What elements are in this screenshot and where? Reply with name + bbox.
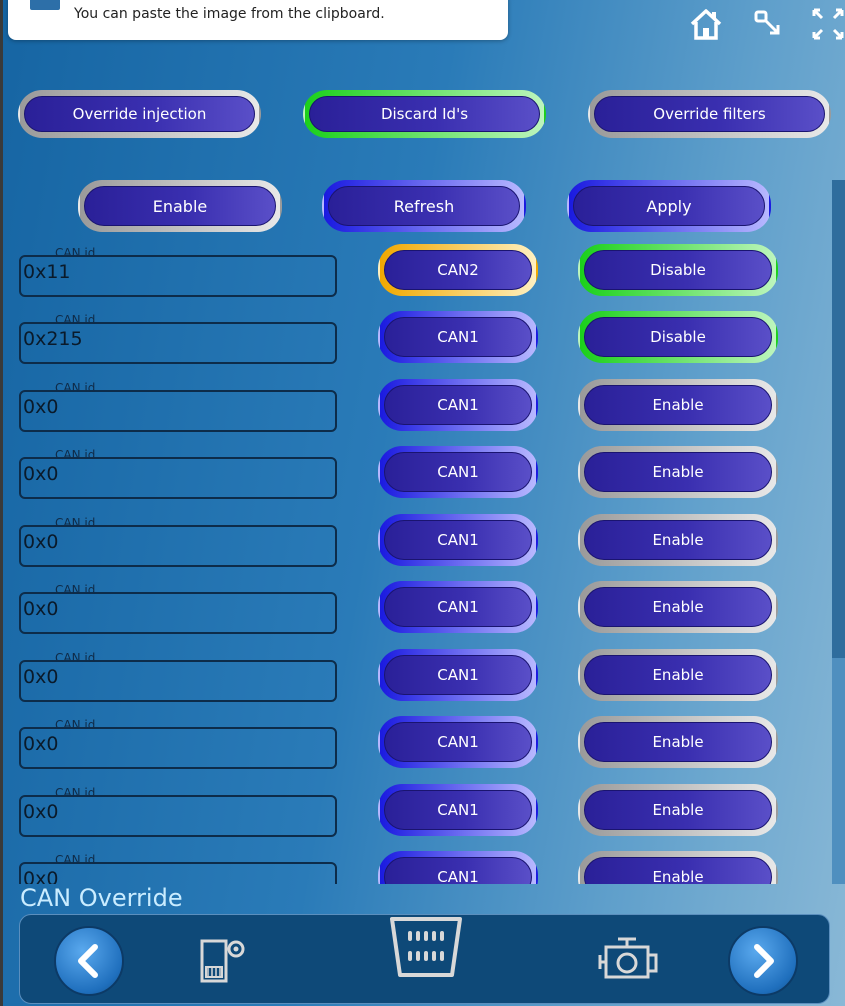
toast-message: You can paste the image from the clipboa… xyxy=(74,6,385,22)
can-id-value: 0x215 xyxy=(23,328,83,350)
field-label: CAN id xyxy=(55,246,96,260)
bottom-nav-bar xyxy=(19,914,830,1004)
can-id-value: 0x0 xyxy=(23,396,59,418)
bus-select-button[interactable]: CAN1 xyxy=(378,716,538,768)
bus-select-button[interactable]: CAN1 xyxy=(378,514,538,566)
bus-select-button[interactable]: CAN1 xyxy=(378,581,538,633)
scrollbar-thumb[interactable] xyxy=(832,180,845,658)
can-id-field[interactable]: CAN id 0x0 xyxy=(19,583,337,634)
can-id-list: CAN id 0x11 CAN2 Disable CAN id 0x215 CA… xyxy=(0,240,830,884)
list-item: CAN id 0x0 CAN1 Enable xyxy=(0,645,830,713)
field-label: CAN id xyxy=(55,853,96,867)
field-label: CAN id xyxy=(55,651,96,665)
clipboard-toast: You can paste the image from the clipboa… xyxy=(8,0,508,40)
can-id-value: 0x0 xyxy=(23,733,59,755)
home-icon[interactable] xyxy=(688,6,724,42)
obd-connector-icon[interactable] xyxy=(386,913,466,985)
state-toggle-button[interactable]: Enable xyxy=(578,784,778,836)
enable-button[interactable]: Enable xyxy=(78,180,282,232)
image-icon xyxy=(30,0,60,10)
field-label: CAN id xyxy=(55,381,96,395)
state-toggle-button[interactable]: Enable xyxy=(578,446,778,498)
bus-select-button[interactable]: CAN1 xyxy=(378,311,538,363)
can-id-field[interactable]: CAN id 0x11 xyxy=(19,246,337,297)
can-id-value: 0x0 xyxy=(23,868,59,884)
bus-select-button[interactable]: CAN1 xyxy=(378,649,538,701)
can-id-field[interactable]: CAN id 0x0 xyxy=(19,718,337,769)
can-id-field[interactable]: CAN id 0x0 xyxy=(19,381,337,432)
state-toggle-button[interactable]: Disable xyxy=(578,244,778,296)
state-toggle-button[interactable]: Enable xyxy=(578,514,778,566)
can-id-field[interactable]: CAN id 0x0 xyxy=(19,448,337,499)
can-id-field[interactable]: CAN id 0x0 xyxy=(19,786,337,837)
list-item: CAN id 0x0 CAN1 Enable xyxy=(0,577,830,645)
list-item: CAN id 0x215 CAN1 Disable xyxy=(0,307,830,375)
field-label: CAN id xyxy=(55,448,96,462)
state-toggle-button[interactable]: Enable xyxy=(578,581,778,633)
list-item: CAN id 0x11 CAN2 Disable xyxy=(0,240,830,308)
bus-select-button[interactable]: CAN1 xyxy=(378,851,538,884)
apply-button[interactable]: Apply xyxy=(567,180,771,232)
state-toggle-button[interactable]: Disable xyxy=(578,311,778,363)
fullscreen-icon[interactable] xyxy=(810,6,845,42)
list-item: CAN id 0x0 CAN1 Enable xyxy=(0,510,830,578)
bus-select-button[interactable]: CAN1 xyxy=(378,784,538,836)
can-id-value: 0x0 xyxy=(23,801,59,823)
field-label: CAN id xyxy=(55,786,96,800)
discard-ids-button[interactable]: Discard Id's xyxy=(303,90,546,138)
field-label: CAN id xyxy=(55,718,96,732)
can-id-value: 0x0 xyxy=(23,598,59,620)
list-item: CAN id 0x0 CAN1 Enable xyxy=(0,442,830,510)
forward-icon[interactable] xyxy=(728,926,798,996)
bus-select-button[interactable]: CAN1 xyxy=(378,446,538,498)
list-item: CAN id 0x0 CAN1 Enable xyxy=(0,375,830,443)
state-toggle-button[interactable]: Enable xyxy=(578,379,778,431)
state-toggle-button[interactable]: Enable xyxy=(578,649,778,701)
back-icon[interactable] xyxy=(54,926,124,996)
refresh-button[interactable]: Refresh xyxy=(322,180,526,232)
list-item: CAN id 0x0 CAN1 Enable xyxy=(0,847,830,884)
page-title: CAN Override xyxy=(20,884,183,912)
can-id-value: 0x11 xyxy=(23,261,71,283)
state-toggle-button[interactable]: Enable xyxy=(578,851,778,884)
state-toggle-button[interactable]: Enable xyxy=(578,716,778,768)
field-label: CAN id xyxy=(55,313,96,327)
engine-icon[interactable] xyxy=(596,929,662,989)
list-item: CAN id 0x0 CAN1 Enable xyxy=(0,780,830,848)
bus-select-button[interactable]: CAN2 xyxy=(378,244,538,296)
can-id-field[interactable]: CAN id 0x0 xyxy=(19,853,337,884)
field-label: CAN id xyxy=(55,583,96,597)
override-filters-button[interactable]: Override filters xyxy=(588,90,831,138)
can-id-value: 0x0 xyxy=(23,531,59,553)
bus-select-button[interactable]: CAN1 xyxy=(378,379,538,431)
can-id-field[interactable]: CAN id 0x0 xyxy=(19,651,337,702)
override-injection-button[interactable]: Override injection xyxy=(18,90,261,138)
restore-icon[interactable] xyxy=(750,6,786,42)
field-label: CAN id xyxy=(55,516,96,530)
can-id-value: 0x0 xyxy=(23,666,59,688)
can-id-value: 0x0 xyxy=(23,463,59,485)
sd-card-settings-icon[interactable] xyxy=(196,933,250,987)
can-id-field[interactable]: CAN id 0x0 xyxy=(19,516,337,567)
list-item: CAN id 0x0 CAN1 Enable xyxy=(0,712,830,780)
can-id-field[interactable]: CAN id 0x215 xyxy=(19,313,337,364)
